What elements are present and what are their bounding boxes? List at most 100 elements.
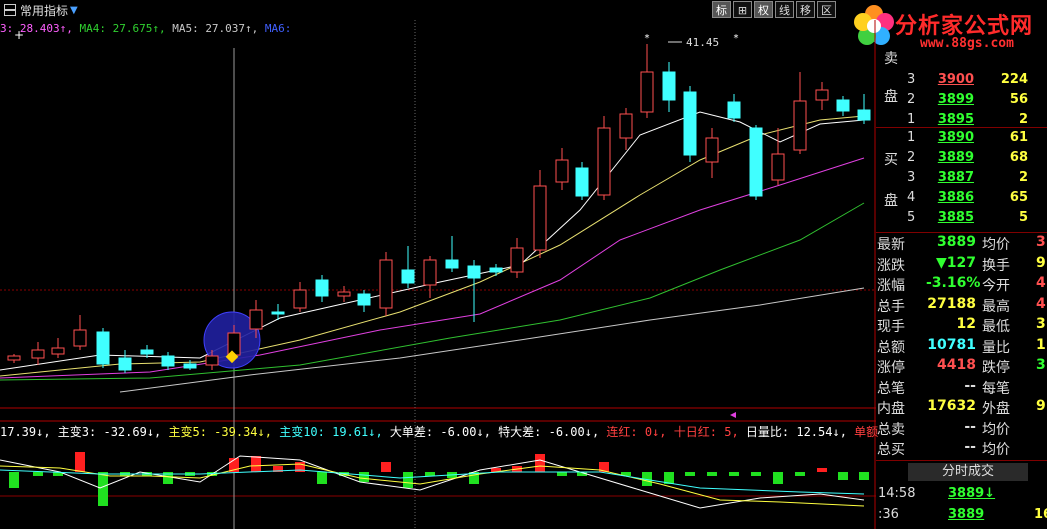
indicator-legend-item-2: 主变5: -39.34↓,: [161, 425, 272, 439]
candle-body: [467, 265, 481, 279]
buy-order-row: 1 3890 61: [876, 130, 1047, 149]
quote-row: 内盘 17632 外盘 9: [876, 398, 1047, 420]
tool-button-2[interactable]: 权: [754, 1, 773, 18]
quote-label: 最低: [982, 319, 1010, 335]
buy-order-row: 3 3887 2: [876, 170, 1047, 189]
order-price: 3895: [937, 112, 974, 127]
order-book-divider: [876, 127, 1047, 128]
order-price: 3889: [937, 150, 974, 165]
tool-button-0[interactable]: 标: [712, 1, 731, 18]
order-volume: 56: [1009, 92, 1028, 107]
star-icon: *: [734, 33, 739, 44]
indicator-legend-item-1: 主变3: -32.69↓,: [50, 425, 162, 439]
quote-value: 27188: [927, 295, 976, 312]
dropdown-arrow-icon[interactable]: ▼: [70, 5, 78, 16]
indicator-bar: [359, 472, 369, 482]
quote-value: 4: [1036, 275, 1046, 291]
indicator-legend-item-6: 连红: 0↓,: [599, 425, 667, 439]
high-price-label: 41.45: [686, 36, 719, 49]
candle-body: [51, 347, 65, 355]
buy-order-row: 4 3886 65: [876, 190, 1047, 209]
order-price: 3885: [937, 210, 974, 225]
quote-row: 涨幅 -3.16% 今开 4: [876, 275, 1047, 297]
trades-tab[interactable]: 分时成交: [908, 463, 1028, 481]
candle-body: [793, 100, 807, 151]
candle-body: [227, 332, 241, 356]
indicator-selector[interactable]: 常用指标 ▼: [4, 2, 78, 18]
quote-label: 跌停: [982, 360, 1010, 376]
tool-button-3[interactable]: 线: [775, 1, 794, 18]
logo-url: www.88gs.com: [920, 36, 1014, 51]
quote-value: 17632: [927, 398, 976, 414]
candle-body: [337, 291, 351, 297]
quote-label: 换手: [982, 257, 1010, 274]
quote-label: 涨停: [877, 360, 905, 376]
order-volume: 2: [1018, 112, 1028, 127]
tool-button-1[interactable]: ⊞: [733, 1, 752, 18]
candle-body: [640, 71, 654, 113]
candle-body: [118, 357, 132, 371]
candle-body: [140, 349, 154, 355]
ma-curve-3: [0, 115, 865, 377]
order-level: 1: [907, 112, 916, 127]
indicator-bar: [859, 472, 869, 480]
candle-body: [96, 331, 110, 365]
candle-body: [315, 279, 329, 297]
quote-label: 均价: [982, 237, 1010, 253]
indicator-bar: [9, 472, 19, 488]
quote-label: 均价: [982, 442, 1010, 458]
buy-order-row: 2 3889 68: [876, 150, 1047, 169]
candle-body: [597, 127, 611, 196]
quote-value: 10781: [927, 336, 976, 353]
quote-value: 3889: [937, 234, 976, 250]
candle-body: [662, 71, 676, 101]
chart-layer: * * 41.45 +: [0, 20, 876, 529]
candle-body: [836, 99, 850, 112]
quote-row: 总笔 -- 每笔: [876, 378, 1047, 400]
quote-row: 总买 -- 均价: [876, 439, 1047, 461]
quote-value: 3: [1036, 316, 1046, 332]
trade-price: 3889↓: [948, 486, 996, 501]
quote-value: --: [964, 418, 976, 435]
order-level: 3: [907, 72, 916, 87]
indicator-bar: [425, 472, 435, 476]
quote-value: 3: [1036, 234, 1046, 250]
quote-value: --: [964, 439, 976, 455]
indicator-legend-item-3: 主变10: 19.61↓,: [271, 425, 383, 439]
indicator-bar: [707, 472, 717, 476]
indicator-bar: [535, 454, 545, 472]
quote-row: 涨停 4418 跌停 3: [876, 357, 1047, 379]
quote-label: 总笔: [877, 380, 905, 397]
indicator-bar: [729, 472, 739, 476]
order-level: 4: [907, 190, 916, 205]
tool-button-5[interactable]: 区: [817, 1, 836, 18]
candle-body: [271, 311, 285, 315]
sell-order-row: 1 3895 2: [876, 112, 1047, 131]
indicator-bar: [751, 472, 761, 476]
quote-label: 内盘: [877, 401, 905, 417]
indicator-bar: [98, 472, 108, 506]
candle-body: [575, 167, 589, 197]
quote-value: 1: [1036, 336, 1046, 353]
quote-row: 总手 27188 最高 4: [876, 296, 1047, 318]
indicator-icon: [4, 4, 16, 16]
tool-button-4[interactable]: 移: [796, 1, 815, 18]
indicator-bar: [773, 472, 783, 484]
star-icon: *: [645, 33, 650, 44]
order-volume: 65: [1009, 190, 1028, 205]
quote-value: 3: [1036, 357, 1046, 373]
order-price: 3890: [937, 130, 974, 145]
indicator-legend-item-7: 十日红: 5,: [666, 425, 739, 439]
candle-body: [445, 259, 459, 269]
order-volume: 2: [1018, 170, 1028, 185]
order-volume: 68: [1009, 150, 1028, 165]
trade-row: :36 3889 16: [876, 507, 1047, 527]
site-logo: 分析家公式网 www.88gs.com: [850, 0, 1047, 52]
quote-row: 总卖 -- 均价: [876, 419, 1047, 441]
quote-value: 9: [1036, 254, 1046, 271]
trade-price: 3889: [948, 507, 985, 522]
indicator-bar: [817, 468, 827, 472]
candle-body: [727, 101, 741, 119]
kline-chart[interactable]: * * 41.45 +: [0, 20, 876, 529]
chart-toolbar: 常用指标 ▼ 标 ⊞ 权线移区: [0, 0, 876, 20]
